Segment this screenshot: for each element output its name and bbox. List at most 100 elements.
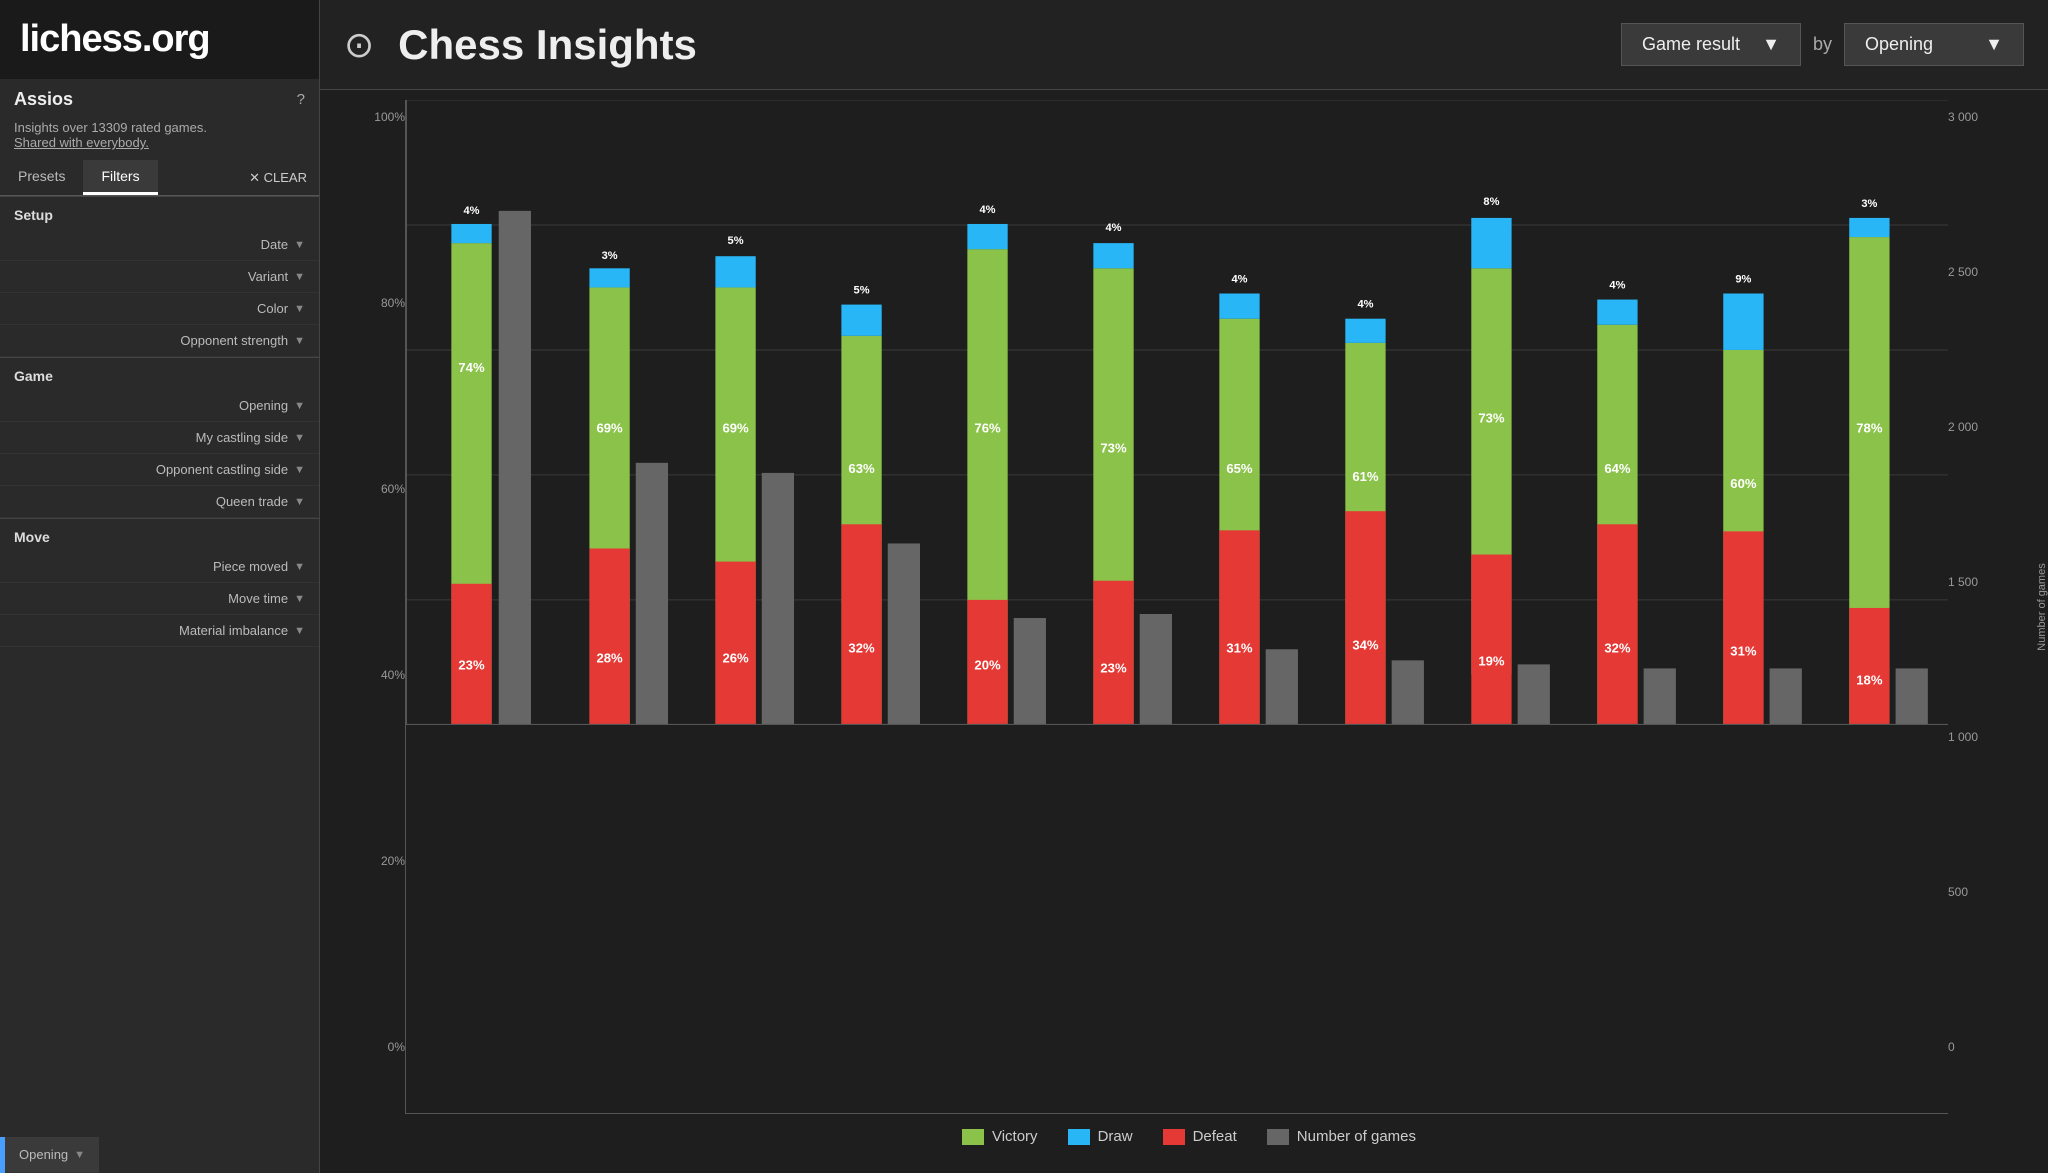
chevron-down-icon: ▼ bbox=[1762, 34, 1780, 55]
chevron-down-icon: ▼ bbox=[294, 496, 305, 508]
metric-dropdown[interactable]: Game result ▼ bbox=[1621, 23, 1801, 66]
header: ⊙ Chess Insights Game result ▼ by Openin… bbox=[320, 0, 2048, 90]
metric-label: Game result bbox=[1642, 34, 1740, 55]
user-section: Assios ? bbox=[0, 79, 319, 114]
filter-opponent-strength[interactable]: Opponent strength ▼ bbox=[0, 325, 319, 357]
svg-text:18%: 18% bbox=[1856, 673, 1883, 688]
svg-text:23%: 23% bbox=[458, 657, 485, 672]
filter-castling-side[interactable]: My castling side ▼ bbox=[0, 422, 319, 454]
chevron-down-icon: ▼ bbox=[1985, 34, 2003, 55]
y-label-80: 80% bbox=[381, 296, 405, 310]
svg-text:32%: 32% bbox=[1604, 640, 1631, 655]
filter-queen-trade-label: Queen trade bbox=[216, 494, 288, 509]
svg-text:31%: 31% bbox=[1226, 640, 1253, 655]
draw-color-swatch bbox=[1068, 1129, 1090, 1145]
filter-piece-moved[interactable]: Piece moved ▼ bbox=[0, 551, 319, 583]
svg-text:20%: 20% bbox=[974, 657, 1001, 672]
filter-queen-trade[interactable]: Queen trade ▼ bbox=[0, 486, 319, 518]
game-header: Game bbox=[0, 357, 319, 390]
tab-presets[interactable]: Presets bbox=[0, 160, 83, 195]
insights-text: Insights over 13309 rated games. bbox=[14, 120, 305, 135]
chevron-down-icon: ▼ bbox=[294, 464, 305, 476]
help-button[interactable]: ? bbox=[297, 91, 305, 108]
svg-text:65%: 65% bbox=[1226, 461, 1253, 476]
filter-date-label: Date bbox=[261, 237, 288, 252]
shared-text[interactable]: Shared with everybody. bbox=[14, 135, 305, 150]
chart-legend: Victory Draw Defeat Number of games bbox=[360, 1114, 2018, 1153]
filter-piece-moved-label: Piece moved bbox=[213, 559, 288, 574]
chevron-down-icon: ▼ bbox=[294, 239, 305, 251]
tab-filters[interactable]: Filters bbox=[83, 160, 157, 195]
filter-opp-castling[interactable]: Opponent castling side ▼ bbox=[0, 454, 319, 486]
svg-text:61%: 61% bbox=[1352, 469, 1379, 484]
svg-text:5%: 5% bbox=[728, 235, 744, 247]
chart-wrapper: 100% 80% 60% 40% 20% 0% bbox=[360, 100, 2018, 1114]
bottom-opening-item[interactable]: Opening ▼ bbox=[5, 1137, 99, 1173]
filter-color[interactable]: Color ▼ bbox=[0, 293, 319, 325]
svg-text:4%: 4% bbox=[1357, 299, 1373, 311]
svg-text:5%: 5% bbox=[854, 285, 870, 297]
victory-color-swatch bbox=[962, 1129, 984, 1145]
filter-material-imbalance-label: Material imbalance bbox=[179, 623, 288, 638]
sidebar-tabs: Presets Filters ✕ CLEAR bbox=[0, 160, 319, 196]
filter-date[interactable]: Date ▼ bbox=[0, 229, 319, 261]
bar-chart: 74% 4% 23% 69% 3% 28% bbox=[406, 100, 1948, 725]
page-title: Chess Insights bbox=[398, 21, 1605, 69]
filter-opp-castling-label: Opponent castling side bbox=[156, 462, 288, 477]
y-axis-right: 3 000 2 500 2 000 1 500 1 000 500 0 Numb… bbox=[1948, 100, 2018, 1114]
defeat-color-swatch bbox=[1163, 1129, 1185, 1145]
filter-variant-label: Variant bbox=[248, 269, 288, 284]
svg-text:9%: 9% bbox=[1735, 273, 1751, 285]
filter-move-time-label: Move time bbox=[228, 591, 288, 606]
chevron-down-icon: ▼ bbox=[294, 335, 305, 347]
main-content: ⊙ Chess Insights Game result ▼ by Openin… bbox=[320, 0, 2048, 1173]
svg-text:60%: 60% bbox=[1730, 476, 1757, 491]
clear-button[interactable]: ✕ CLEAR bbox=[237, 160, 319, 195]
y-axis-left: 100% 80% 60% 40% 20% 0% bbox=[360, 100, 405, 1114]
chevron-down-icon: ▼ bbox=[294, 432, 305, 444]
y-label-0: 0% bbox=[388, 1040, 405, 1054]
svg-text:78%: 78% bbox=[1856, 421, 1883, 436]
svg-text:26%: 26% bbox=[722, 650, 749, 665]
y-label-20: 20% bbox=[381, 854, 405, 868]
dimension-dropdown[interactable]: Opening ▼ bbox=[1844, 23, 2024, 66]
svg-text:4%: 4% bbox=[1231, 273, 1247, 285]
insights-icon: ⊙ bbox=[344, 24, 374, 66]
svg-text:3%: 3% bbox=[602, 250, 618, 262]
filter-move-time[interactable]: Move time ▼ bbox=[0, 583, 319, 615]
filter-material-imbalance[interactable]: Material imbalance ▼ bbox=[0, 615, 319, 647]
legend-victory: Victory bbox=[962, 1128, 1038, 1145]
svg-text:31%: 31% bbox=[1730, 643, 1757, 658]
y-axis-right-title: Number of games bbox=[2036, 563, 2048, 650]
insights-info: Insights over 13309 rated games. Shared … bbox=[0, 114, 319, 160]
svg-text:76%: 76% bbox=[974, 421, 1001, 436]
svg-text:4%: 4% bbox=[980, 204, 996, 216]
legend-draw: Draw bbox=[1068, 1128, 1133, 1145]
svg-text:69%: 69% bbox=[722, 421, 749, 436]
legend-num-games: Number of games bbox=[1267, 1128, 1416, 1145]
filter-color-label: Color bbox=[257, 301, 288, 316]
chevron-down-icon: ▼ bbox=[294, 561, 305, 573]
filter-opening-label: Opening bbox=[239, 398, 288, 413]
svg-text:32%: 32% bbox=[848, 640, 875, 655]
logo: lichess.org bbox=[0, 0, 319, 79]
svg-text:4%: 4% bbox=[464, 205, 480, 217]
svg-text:74%: 74% bbox=[458, 360, 485, 375]
y-right-2500: 2 500 bbox=[1948, 265, 1978, 279]
num-games-color-swatch bbox=[1267, 1129, 1289, 1145]
svg-text:3%: 3% bbox=[1861, 198, 1877, 210]
legend-defeat: Defeat bbox=[1163, 1128, 1237, 1145]
svg-text:34%: 34% bbox=[1352, 637, 1379, 652]
svg-text:4%: 4% bbox=[1609, 279, 1625, 291]
filter-variant[interactable]: Variant ▼ bbox=[0, 261, 319, 293]
chevron-down-icon: ▼ bbox=[294, 593, 305, 605]
y-right-1000: 1 000 bbox=[1948, 730, 1978, 744]
y-right-1500: 1 500 bbox=[1948, 575, 1978, 589]
filter-opening[interactable]: Opening ▼ bbox=[0, 390, 319, 422]
chart-container: 100% 80% 60% 40% 20% 0% bbox=[320, 90, 2048, 1173]
y-right-0: 0 bbox=[1948, 1040, 1955, 1054]
header-controls: Game result ▼ by Opening ▼ bbox=[1621, 23, 2024, 66]
sidebar: lichess.org Assios ? Insights over 13309… bbox=[0, 0, 320, 1173]
filter-castling-label: My castling side bbox=[196, 430, 288, 445]
y-right-3000: 3 000 bbox=[1948, 110, 1978, 124]
